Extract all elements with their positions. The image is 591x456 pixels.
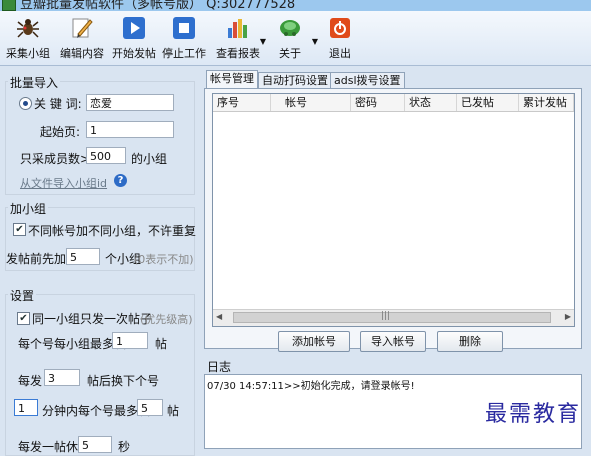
account-list-header: 序号 帐号 密码 状态 已发帖 累计发帖 — [213, 94, 574, 112]
join-before-label: 发帖前先加 — [6, 252, 67, 266]
spider-icon — [17, 19, 39, 38]
column-header[interactable]: 密码 — [351, 94, 405, 111]
member-count-suffix: 的小组 — [131, 152, 168, 166]
column-header[interactable]: 累计发帖 — [519, 94, 574, 111]
log-title: 日志 — [207, 360, 232, 374]
scrollbar-grip-icon: ||| — [381, 311, 391, 321]
horizontal-scrollbar[interactable]: ◀ ||| ▶ — [213, 309, 574, 326]
account-tab-panel: 序号 帐号 密码 状态 已发帖 累计发帖 ◀ ||| ▶ 添加帐号 导入帐号 删… — [204, 88, 582, 352]
toolbar-label: 退出 — [329, 47, 351, 60]
toolbar-label: 开始发帖 — [112, 47, 156, 60]
column-header[interactable]: 已发帖 — [457, 94, 519, 111]
column-header[interactable]: 帐号 — [271, 94, 351, 111]
play-icon — [123, 17, 145, 39]
add-account-button[interactable]: 添加帐号 — [278, 331, 350, 352]
minute-suffix: 帖 — [167, 404, 180, 418]
view-report-button[interactable]: 查看报表 ▼ — [212, 13, 266, 63]
member-count-input[interactable]: 500 — [86, 147, 126, 164]
edit-content-button[interactable]: 编辑内容 — [56, 13, 108, 63]
scrollbar-thumb[interactable] — [233, 312, 551, 323]
settings-title: 设置 — [8, 287, 37, 304]
about-icon — [280, 20, 300, 36]
max-posts-suffix: 帖 — [155, 337, 168, 351]
title-bar: 豆瓣批量发帖软件（多帐号版） Q:302777528 — [0, 0, 591, 11]
minute-label: 分钟内每个号最多发 — [42, 404, 151, 418]
minute-max-input[interactable]: 5 — [137, 399, 163, 416]
max-posts-label: 每个号每小组最多发 — [18, 337, 127, 351]
window-title: 豆瓣批量发帖软件（多帐号版） Q:302777528 — [20, 0, 296, 11]
collect-groups-button[interactable]: 采集小组 — [2, 13, 54, 63]
column-header[interactable]: 状态 — [405, 94, 457, 111]
start-page-input[interactable]: 1 — [86, 121, 174, 138]
one-post-checkbox[interactable]: ✔ — [17, 312, 30, 325]
batch-import-title: 批量导入 — [8, 74, 61, 91]
scroll-right-icon[interactable]: ▶ — [565, 312, 571, 321]
one-post-label: 同一小组只发一次帖子 — [32, 312, 153, 326]
watermark: 最需教育 — [484, 402, 581, 427]
tab-adsl-dialup-settings[interactable]: adsl拨号设置 — [330, 72, 405, 89]
scroll-left-icon[interactable]: ◀ — [216, 312, 222, 321]
account-list[interactable]: 序号 帐号 密码 状态 已发帖 累计发帖 ◀ ||| ▶ — [212, 93, 575, 327]
join-group-title: 加小组 — [8, 200, 49, 217]
toolbar-label: 采集小组 — [6, 47, 50, 60]
app-icon — [2, 0, 16, 11]
start-page-label: 起始页: — [40, 125, 81, 139]
about-button[interactable]: 关于 ▼ — [268, 13, 318, 63]
log-line: 07/30 14:57:11>>初始化完成，请登录帐号! — [207, 381, 415, 392]
column-header[interactable]: 序号 — [213, 94, 271, 111]
keyword-radio[interactable] — [19, 97, 32, 110]
toolbar-label: 编辑内容 — [60, 47, 104, 60]
toolbar-label: 关于 — [279, 47, 301, 60]
switch-label: 每发 — [18, 374, 43, 388]
exit-icon — [330, 18, 350, 38]
right-panel: 帐号管理 自动打码设置 adsl拨号设置 序号 帐号 密码 状态 已发帖 累计发… — [200, 66, 591, 449]
no-duplicate-label: 不同帐号加不同小组，不许重复 — [28, 224, 197, 238]
one-post-hint: (优先级高) — [140, 313, 193, 326]
tab-account-management[interactable]: 帐号管理 — [206, 70, 258, 89]
import-from-file-link[interactable]: 从文件导入小组id — [20, 175, 107, 191]
stop-work-button[interactable]: 停止工作 — [160, 13, 208, 63]
join-before-hint: (0表示不加) — [134, 253, 194, 266]
switch-suffix: 帖后换下个号 — [87, 374, 160, 388]
dropdown-arrow-icon: ▼ — [259, 37, 266, 46]
delete-account-button[interactable]: 删除 — [437, 331, 503, 352]
toolbar: 采集小组 编辑内容 开始发帖 停止工作 查看报表 ▼ 关于 ▼ 退出 — [0, 11, 591, 66]
keyword-label: 关 键 词: — [34, 97, 82, 111]
stop-icon — [173, 17, 195, 39]
left-panel: 批量导入 关 键 词: 恋爱 起始页: 1 只采成员数>= 500 的小组 从文… — [0, 66, 198, 456]
pencil-icon — [72, 18, 93, 38]
start-posting-button[interactable]: 开始发帖 — [110, 13, 158, 63]
rest-input[interactable]: 5 — [78, 436, 112, 453]
minute-input[interactable]: 1 — [14, 399, 38, 416]
keyword-input[interactable]: 恋爱 — [86, 94, 174, 111]
no-duplicate-checkbox[interactable]: ✔ — [13, 223, 26, 236]
max-posts-input[interactable]: 1 — [112, 332, 148, 349]
report-icon — [228, 19, 247, 38]
tab-auto-captcha-settings[interactable]: 自动打码设置 — [258, 72, 332, 89]
join-before-input[interactable]: 5 — [66, 248, 100, 265]
help-icon[interactable]: ? — [114, 174, 127, 187]
exit-button[interactable]: 退出 — [318, 13, 362, 63]
toolbar-label: 停止工作 — [162, 47, 206, 60]
import-account-button[interactable]: 导入帐号 — [360, 331, 426, 352]
toolbar-label: 查看报表 — [216, 47, 260, 60]
switch-input[interactable]: 3 — [44, 369, 80, 386]
